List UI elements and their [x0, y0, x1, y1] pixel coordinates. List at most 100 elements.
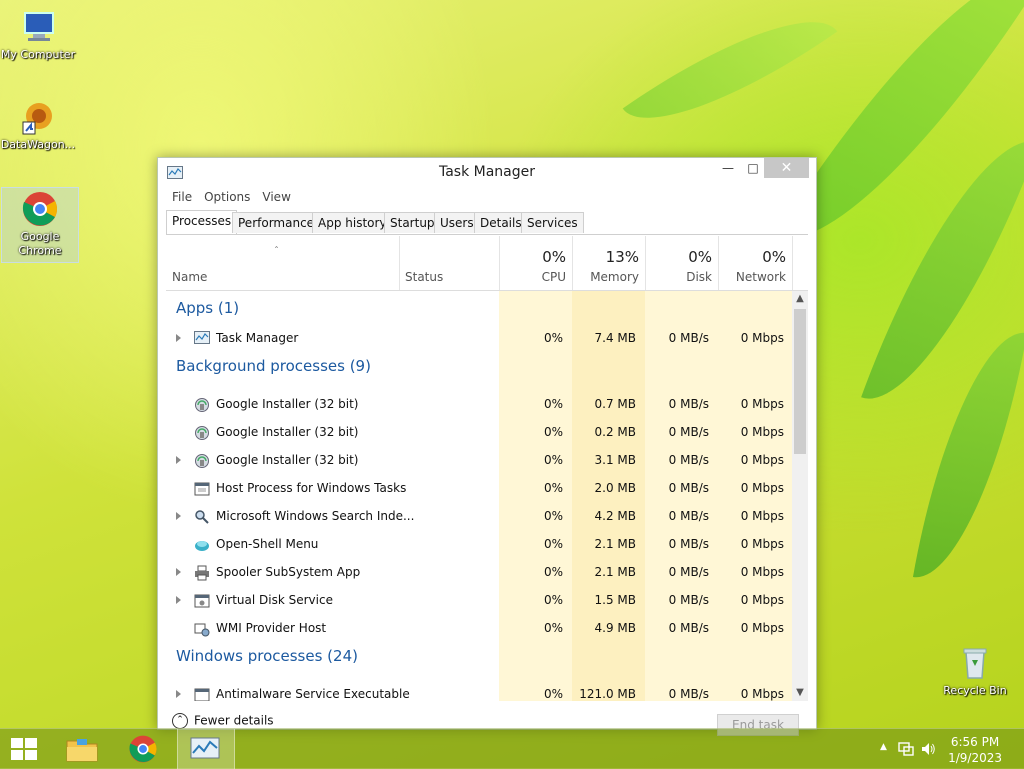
expand-arrow-icon[interactable]: [176, 456, 181, 464]
taskbar-file-explorer[interactable]: [55, 729, 111, 769]
desktop-icon-label: My Computer: [0, 48, 76, 61]
memory-value: 2.1 MB: [594, 565, 636, 579]
process-row[interactable]: Antimalware Service Executable 0% 121.0 MB…: [166, 681, 792, 701]
close-button[interactable]: ✕: [764, 158, 809, 178]
desktop-icon-google-chrome[interactable]: Google Chrome: [1, 187, 79, 263]
task-manager-icon: [194, 331, 210, 347]
memory-value: 0.2 MB: [594, 425, 636, 439]
expand-arrow-icon[interactable]: [176, 334, 181, 342]
column-memory[interactable]: 13% Memory: [572, 236, 646, 290]
expand-arrow-icon[interactable]: [176, 512, 181, 520]
disk-value: 0 MB/s: [668, 565, 709, 579]
desktop-icon-label: Google Chrome: [18, 230, 62, 257]
column-cpu[interactable]: 0% CPU: [499, 236, 573, 290]
sort-ascending-icon: ˆ: [274, 246, 279, 257]
network-value: 0 Mbps: [740, 593, 784, 607]
start-button[interactable]: [0, 729, 50, 769]
memory-value: 1.5 MB: [594, 593, 636, 607]
cpu-value: 0%: [543, 425, 563, 439]
network-icon[interactable]: [898, 741, 914, 757]
open-shell-icon: [194, 537, 210, 553]
folder-icon: [66, 739, 98, 762]
expand-arrow-icon[interactable]: [176, 596, 181, 604]
vertical-scrollbar[interactable]: ▲ ▼: [792, 291, 808, 701]
cpu-value: 0%: [543, 621, 563, 635]
process-row[interactable]: Google Installer (32 bit) 0% 3.1 MB 0 MB/s 0…: [166, 447, 792, 475]
desktop-icon-datawagon[interactable]: DataWagon...: [0, 98, 76, 152]
process-name: Google Installer (32 bit): [216, 453, 359, 467]
tab-details[interactable]: Details: [474, 212, 528, 233]
process-row[interactable]: Google Installer (32 bit) 0% 0.7 MB 0 MB/s 0…: [166, 391, 792, 419]
process-row[interactable]: Host Process for Windows Tasks 0% 2.0 MB 0 …: [166, 475, 792, 503]
chrome-icon: [129, 735, 157, 763]
installer-icon: [194, 453, 210, 469]
memory-value: 3.1 MB: [594, 453, 636, 467]
scroll-down-icon[interactable]: ▼: [792, 685, 808, 701]
process-row[interactable]: WMI Provider Host 0% 4.9 MB 0 MB/s 0 Mbps: [166, 615, 792, 643]
tab-bar: Processes Performance App history Startu…: [166, 210, 808, 235]
process-row[interactable]: Spooler SubSystem App 0% 2.1 MB 0 MB/s 0 Mbp…: [166, 559, 792, 587]
group-header-apps[interactable]: Apps (1): [166, 299, 792, 327]
menu-file[interactable]: File: [166, 188, 198, 206]
host-process-icon: [194, 481, 210, 497]
process-name: Virtual Disk Service: [216, 593, 333, 607]
desktop-icon-my-computer[interactable]: My Computer: [0, 8, 76, 62]
network-value: 0 Mbps: [740, 397, 784, 411]
process-row[interactable]: Virtual Disk Service 0% 1.5 MB 0 MB/s 0 Mbps: [166, 587, 792, 615]
process-name: Google Installer (32 bit): [216, 397, 359, 411]
process-name: WMI Provider Host: [216, 621, 327, 635]
process-name: Google Installer (32 bit): [216, 425, 359, 439]
column-disk[interactable]: 0% Disk: [645, 236, 719, 290]
disk-value: 0 MB/s: [668, 537, 709, 551]
system-tray: ▲ 6:56 PM 1/9/2023: [854, 729, 1024, 769]
service-icon: [194, 593, 210, 609]
network-value: 0 Mbps: [740, 537, 784, 551]
expand-arrow-icon[interactable]: [176, 690, 181, 698]
taskbar-task-manager[interactable]: [177, 729, 235, 769]
volume-icon[interactable]: [920, 741, 936, 757]
group-header-background[interactable]: Background processes (9): [166, 355, 792, 383]
tab-users[interactable]: Users: [434, 212, 480, 233]
recycle-bin-icon: [956, 644, 994, 682]
tab-app-history[interactable]: App history: [312, 212, 393, 233]
desktop-icon-label: DataWagon...: [0, 138, 76, 151]
installer-icon: [194, 397, 210, 413]
group-header-windows[interactable]: Windows processes (24): [166, 645, 792, 673]
scrollbar-thumb[interactable]: [794, 309, 806, 454]
search-indexer-icon: [194, 509, 210, 525]
tab-services[interactable]: Services: [521, 212, 584, 233]
memory-value: 7.4 MB: [594, 331, 636, 345]
clock[interactable]: 6:56 PM 1/9/2023: [948, 734, 1002, 766]
taskbar-chrome[interactable]: [115, 729, 171, 769]
desktop-icon-recycle-bin[interactable]: Recycle Bin: [937, 644, 1013, 698]
process-row[interactable]: Google Installer (32 bit) 0% 0.2 MB 0 MB/s 0…: [166, 419, 792, 447]
column-network[interactable]: 0% Network: [718, 236, 793, 290]
cpu-value: 0%: [543, 593, 563, 607]
tab-startup[interactable]: Startup: [384, 212, 441, 233]
tab-performance[interactable]: Performance: [232, 212, 321, 233]
window-titlebar[interactable]: Task Manager — □ ✕: [158, 158, 816, 186]
printer-icon: [194, 565, 210, 581]
network-value: 0 Mbps: [740, 453, 784, 467]
disk-value: 0 MB/s: [668, 425, 709, 439]
menu-options[interactable]: Options: [198, 188, 256, 206]
cpu-value: 0%: [543, 687, 563, 701]
memory-value: 4.9 MB: [594, 621, 636, 635]
cpu-value: 0%: [543, 509, 563, 523]
process-row[interactable]: Open-Shell Menu 0% 2.1 MB 0 MB/s 0 Mbps: [166, 531, 792, 559]
disk-value: 0 MB/s: [668, 397, 709, 411]
process-row[interactable]: Microsoft Windows Search Inde... 0% 4.2 MB…: [166, 503, 792, 531]
process-row[interactable]: Task Manager 0% 7.4 MB 0 MB/s 0 Mbps: [166, 325, 792, 353]
show-hidden-icons-icon[interactable]: ▲: [880, 742, 887, 752]
fewer-details-button[interactable]: ⌃ Fewer details: [172, 713, 274, 729]
scroll-up-icon[interactable]: ▲: [792, 291, 808, 307]
column-status[interactable]: Status: [399, 236, 500, 290]
disk-value: 0 MB/s: [668, 593, 709, 607]
desktop-icon-label: Recycle Bin: [943, 684, 1007, 697]
network-value: 0 Mbps: [740, 565, 784, 579]
menu-view[interactable]: View: [256, 188, 296, 206]
tab-processes[interactable]: Processes: [166, 210, 238, 234]
column-name[interactable]: ˆ Name: [166, 236, 400, 290]
expand-arrow-icon[interactable]: [176, 568, 181, 576]
cpu-value: 0%: [543, 537, 563, 551]
